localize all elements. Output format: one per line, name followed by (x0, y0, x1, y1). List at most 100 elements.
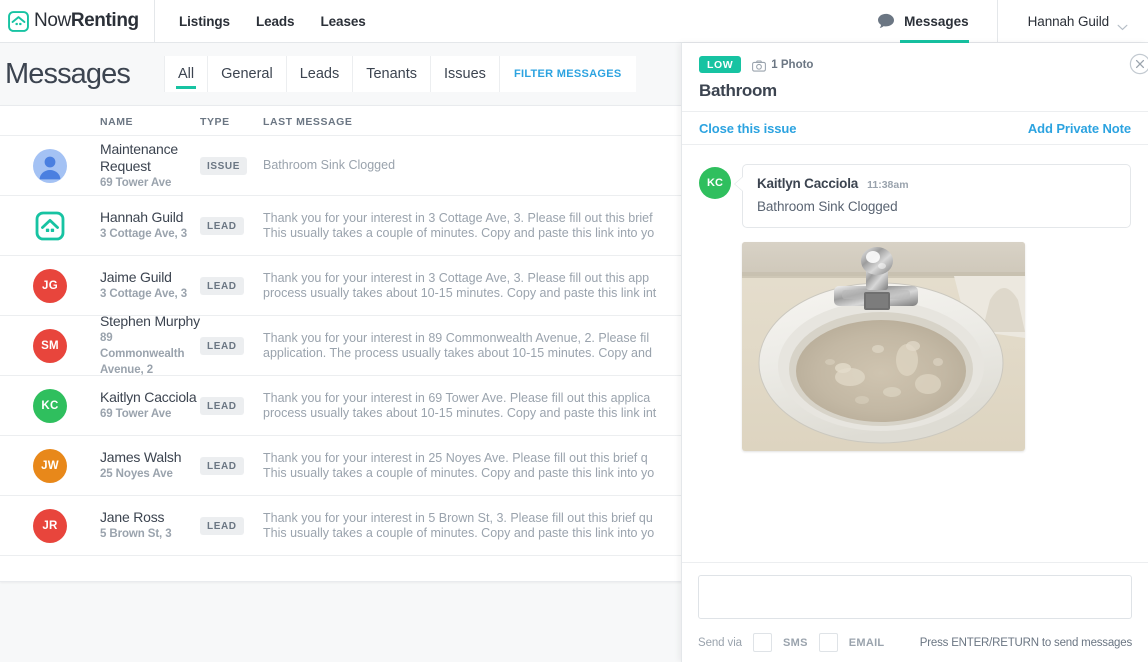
last-message-cell: Thank you for your interest in 69 Tower … (263, 391, 690, 421)
message-bubble: Kaitlyn Cacciola 11:38am Bathroom Sink C… (742, 164, 1131, 228)
photo-count[interactable]: 1 Photo (752, 58, 814, 72)
last-message-line: Thank you for your interest in 69 Tower … (263, 390, 651, 405)
name-cell: James Walsh 25 Noyes Ave (0, 449, 200, 482)
message-author: Kaitlyn Cacciola (757, 176, 859, 191)
last-message-line: Thank you for your interest in 89 Common… (263, 330, 650, 345)
issue-detail-header: LOW 1 Photo Bathroom (682, 43, 1148, 111)
table-row[interactable]: SM Stephen Murphy 89 Commonwealth Avenue, … (0, 313, 690, 378)
table-row[interactable]: JR Jane Ross 5 Brown St, 3 LEAD Thank you fo… (0, 496, 690, 556)
table-row[interactable]: JW James Walsh 25 Noyes Ave LEAD Thank you f… (0, 436, 690, 496)
sms-checkbox[interactable] (752, 633, 772, 652)
tab-leads[interactable]: Leads (286, 56, 354, 92)
primary-nav: Listings Leads Leases (155, 0, 366, 42)
tab-tenants-label: Tenants (366, 66, 418, 82)
tab-issues[interactable]: Issues (431, 56, 500, 92)
tab-tenants[interactable]: Tenants (353, 56, 432, 92)
row-name: Maintenance Request (100, 140, 178, 174)
table-row[interactable]: Hannah Guild 3 Cottage Ave, 3 LEAD Thank yo… (0, 196, 690, 256)
message-thread: KC Kaitlyn Cacciola 11:38am Bathroom Sin… (682, 145, 1148, 562)
message-input[interactable] (698, 575, 1132, 619)
last-message-line: This usually takes a couple of minutes. … (263, 225, 655, 240)
chevron-down-icon (1117, 18, 1128, 30)
row-address: 89 Commonwealth Avenue, 2 (100, 332, 185, 376)
table-row[interactable]: Maintenance Request 69 Tower Ave ISSUE Bath… (0, 136, 690, 196)
type-cell: LEAD (200, 456, 263, 475)
messages-list: NAME TYPE LAST MESSAGE Maintenance Reque… (0, 105, 691, 582)
table-row[interactable]: KC Kaitlyn Cacciola 69 Tower Ave LEAD Thank … (0, 376, 690, 436)
chat-bubble-icon (877, 13, 895, 29)
row-name: Jaime Guild (100, 269, 172, 285)
last-message-cell: Bathroom Sink Clogged (263, 158, 690, 173)
last-message-line: application. The process usually takes a… (263, 345, 652, 360)
page-title: Messages (5, 57, 131, 90)
table-row[interactable]: JG Jaime Guild 3 Cottage Ave, 3 LEAD Thank y… (0, 256, 690, 316)
row-address: 3 Cottage Ave, 3 (100, 228, 188, 240)
row-address: 69 Tower Ave (100, 176, 172, 189)
issue-title: Bathroom (699, 81, 777, 100)
add-private-note-button[interactable]: Add Private Note (1028, 121, 1131, 136)
page-header: Messages All General Leads Tenants Issue… (0, 43, 700, 105)
top-navigation-bar: NowRenting Listings Leads Leases Message… (0, 0, 1148, 43)
status-badge: LEAD (200, 337, 244, 355)
last-message-cell: Thank you for your interest in 89 Common… (263, 331, 690, 361)
tab-active-indicator (175, 86, 197, 89)
house-logo-icon (8, 10, 29, 32)
message-filter-tabs: All General Leads Tenants Issues FILTER … (163, 56, 636, 92)
name-cell: Hannah Guild 3 Cottage Ave, 3 (0, 209, 200, 242)
messages-list-body: Maintenance Request 69 Tower Ave ISSUE Bath… (0, 136, 690, 556)
name-cell: Jane Ross 5 Brown St, 3 (0, 509, 200, 542)
photo-count-label: 1 Photo (771, 58, 814, 71)
last-message-cell: Thank you for your interest in 3 Cottage… (263, 271, 690, 301)
message-body: Bathroom Sink Clogged (757, 199, 898, 214)
tab-all[interactable]: All (163, 56, 209, 92)
column-header-name: NAME (100, 116, 134, 128)
last-message-line: This usually takes a couple of minutes. … (263, 465, 655, 480)
row-name: Jane Ross (100, 509, 165, 525)
filter-messages-button[interactable]: FILTER MESSAGES (499, 56, 636, 92)
type-cell: LEAD (200, 516, 263, 535)
user-menu-label: Hannah Guild (1027, 13, 1109, 29)
nav-item-leads[interactable]: Leads (256, 14, 295, 29)
avatar: KC (699, 167, 731, 199)
send-hint: Press ENTER/RETURN to send messages (919, 636, 1132, 649)
last-message-line: process usually takes about 10-15 minute… (263, 405, 657, 420)
brand-name-light: Now (34, 10, 71, 31)
brand-logo-link[interactable]: NowRenting (0, 0, 155, 42)
type-cell: LEAD (200, 396, 263, 415)
row-address: 5 Brown St, 3 (100, 528, 172, 540)
column-header-last-message: LAST MESSAGE (263, 116, 353, 128)
status-badge: LEAD (200, 397, 244, 415)
issue-detail-panel: LOW 1 Photo Bathroom Close this issue Ad… (681, 43, 1148, 662)
last-message-line: Thank you for your interest in 3 Cottage… (263, 210, 653, 225)
tab-general[interactable]: General (208, 56, 287, 92)
tab-general-label: General (221, 66, 273, 82)
type-cell: ISSUE (200, 156, 263, 175)
row-name: Kaitlyn Cacciola (100, 389, 197, 405)
row-address: 25 Noyes Ave (100, 468, 173, 480)
message-photo-attachment[interactable] (742, 242, 1025, 451)
row-address: 69 Tower Ave (100, 408, 172, 420)
email-checkbox[interactable] (818, 633, 838, 652)
last-message-line: Bathroom Sink Clogged (263, 158, 396, 172)
row-name: James Walsh (100, 449, 182, 465)
type-cell: LEAD (200, 216, 263, 235)
nav-item-listings[interactable]: Listings (179, 14, 230, 29)
tab-leads-label: Leads (299, 66, 340, 82)
type-cell: LEAD (200, 336, 263, 355)
close-circle-icon[interactable] (1129, 53, 1148, 75)
name-cell: Stephen Murphy 89 Commonwealth Avenue, 2 (0, 313, 200, 378)
email-label: EMAIL (848, 636, 885, 649)
compose-footer: Send via SMS EMAIL Press ENTER/RETURN to… (698, 633, 1132, 652)
name-cell: Jaime Guild 3 Cottage Ave, 3 (0, 269, 200, 302)
priority-badge: LOW (699, 56, 742, 73)
last-message-line: Thank you for your interest in 3 Cottage… (263, 270, 650, 285)
last-message-line: Thank you for your interest in 25 Noyes … (263, 450, 648, 465)
nav-item-leases[interactable]: Leases (320, 14, 365, 29)
column-header-type: TYPE (200, 116, 230, 128)
user-menu[interactable]: Hannah Guild (996, 0, 1148, 42)
last-message-line: Thank you for your interest in 5 Brown S… (263, 510, 653, 525)
tab-all-label: All (177, 66, 195, 82)
nav-item-messages[interactable]: Messages (859, 0, 997, 43)
nav-messages-label: Messages (904, 13, 969, 29)
close-issue-button[interactable]: Close this issue (699, 121, 796, 136)
